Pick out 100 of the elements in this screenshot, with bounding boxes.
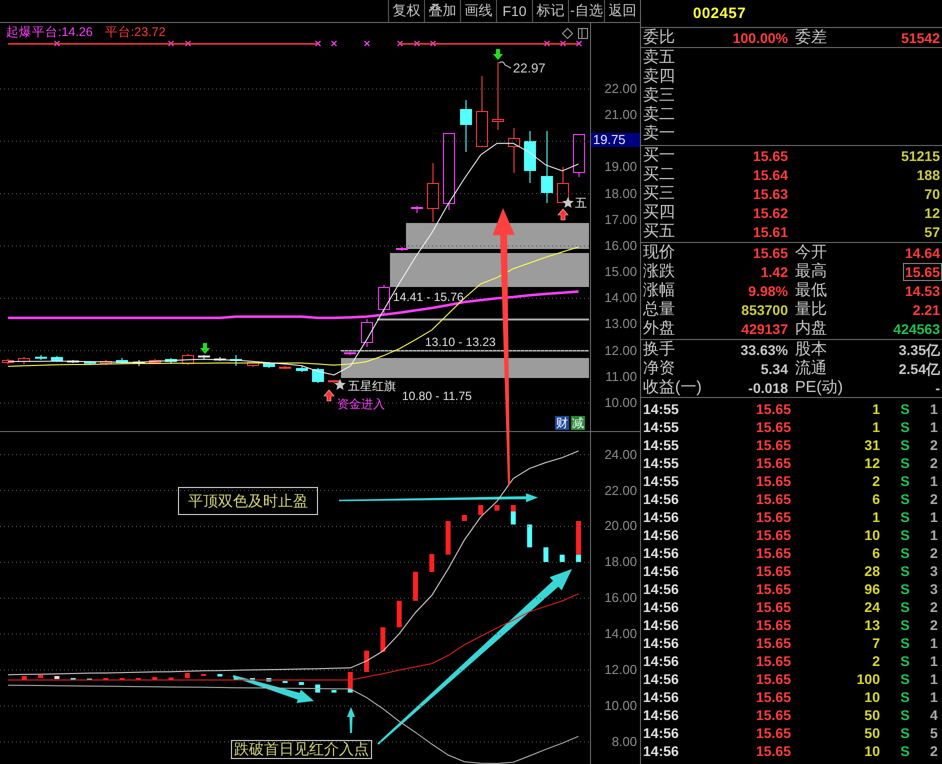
quote-label: 股本 (794, 340, 827, 358)
info-badge[interactable]: 减 (571, 416, 585, 430)
bid-volume: 70 (923, 184, 941, 203)
trade-volume: 10 (864, 743, 880, 759)
ask-label: 卖四 (643, 68, 675, 86)
indicator-bar (282, 681, 288, 683)
candlestick (460, 100, 472, 152)
trade-price: 15.65 (756, 725, 791, 741)
quote-value: 424563 (892, 320, 941, 338)
indicator-bar (510, 505, 516, 524)
indicator-bar (527, 524, 532, 548)
trade-time: 14:56 (643, 617, 679, 633)
quote-value: 9.98% (747, 282, 789, 300)
quote-label: 外盘 (643, 320, 675, 338)
cross-mark-icon (364, 40, 370, 46)
indicator-bar (22, 676, 27, 680)
trade-time: 14:56 (643, 671, 679, 687)
callout-label: 平顶双色及时止盈 (178, 487, 318, 515)
axis-label: 16.00 (604, 591, 637, 605)
trade-side: S (900, 419, 910, 435)
trade-side: S (900, 527, 910, 543)
bid-price: 15.62 (752, 204, 789, 222)
trade-price: 15.65 (756, 707, 791, 723)
candlestick (84, 360, 96, 366)
indicator-bar (462, 515, 467, 521)
trade-price: 15.65 (756, 509, 791, 525)
candlestick (2, 358, 14, 364)
candlestick (508, 128, 520, 174)
indicator-bar (543, 547, 548, 562)
trade-side: S (900, 437, 910, 453)
indicator-bar (266, 678, 272, 682)
candlestick (51, 356, 63, 362)
trade-cell: 4 (930, 707, 938, 723)
trade-volume: 50 (864, 725, 880, 741)
split-panel-icon[interactable] (578, 28, 588, 39)
candlestick (396, 246, 408, 252)
trade-volume: 10 (864, 527, 880, 543)
trade-price: 15.65 (756, 455, 791, 471)
ask-label: 卖二 (643, 106, 675, 124)
bid-price: 15.65 (752, 146, 789, 165)
leader-line (498, 61, 512, 68)
indicator-bar (576, 521, 581, 562)
quote-value: 15.65 (752, 244, 789, 262)
axis-label: 12.00 (604, 344, 637, 358)
candlestick (378, 284, 390, 316)
indicator-legend: 平台:23.72 (104, 25, 166, 40)
trade-time: 14:55 (643, 473, 679, 489)
candlestick (165, 358, 177, 364)
axis-label: 16.00 (604, 239, 637, 253)
trade-side: S (900, 599, 910, 615)
trade-volume: 7 (872, 635, 880, 651)
trade-price: 15.65 (756, 545, 791, 561)
trade-cell: 5 (930, 725, 938, 741)
bid-label: 买五 (643, 223, 675, 242)
zone-label: 10.80 - 11.75 (402, 390, 472, 403)
trade-time: 14:55 (643, 401, 679, 417)
candlestick (328, 380, 340, 384)
trade-cell: 3 (930, 581, 938, 597)
candlestick (116, 358, 128, 364)
indicator-bar (184, 673, 190, 678)
quote-label: PE(动) (794, 378, 843, 396)
trade-time: 14:56 (643, 527, 679, 543)
candlestick (100, 360, 112, 366)
quote-value: 429137 (740, 320, 789, 338)
candlestick (361, 318, 373, 348)
quote-label: 总量 (643, 301, 675, 320)
bid-volume: 188 (916, 166, 941, 184)
diamond-icon[interactable] (562, 28, 573, 39)
trade-time: 14:56 (643, 509, 679, 525)
quote-value: 853700 (740, 301, 789, 320)
trade-time: 14:56 (643, 707, 679, 723)
axis-label: 22.00 (604, 82, 637, 96)
toolbar-button[interactable]: -自选 (568, 0, 604, 22)
cross-mark-icon (414, 40, 420, 46)
axis-label: 17.00 (604, 213, 637, 227)
indicator-bar (103, 678, 108, 680)
quote-value: - (934, 378, 941, 396)
indicator-bar (446, 521, 451, 555)
indicator-bar (478, 505, 484, 515)
trade-time: 14:56 (643, 725, 679, 741)
quote-label: 最低 (794, 282, 827, 300)
axis-label: 15.00 (604, 265, 637, 279)
quote-value: 5.34 (760, 360, 789, 378)
candlestick (263, 362, 275, 368)
info-badge[interactable]: 财 (555, 416, 569, 430)
signal-label: 五星红旗 (348, 379, 396, 393)
bid-label: 买四 (643, 204, 675, 222)
candlestick (18, 356, 30, 364)
trade-side: S (900, 509, 910, 525)
bid-label: 买三 (643, 184, 675, 203)
trade-time: 14:56 (643, 491, 679, 507)
quote-value: 1.42 (760, 262, 789, 281)
trade-side: S (900, 401, 910, 417)
axis-label: 19.00 (604, 160, 637, 174)
trade-side: S (900, 725, 910, 741)
trade-volume: 6 (872, 545, 880, 561)
indicator-bar (364, 650, 370, 672)
quote-value: 51542 (900, 28, 941, 46)
candlestick (557, 166, 569, 203)
zone-label: 14.41 - 15.76 (393, 291, 464, 304)
